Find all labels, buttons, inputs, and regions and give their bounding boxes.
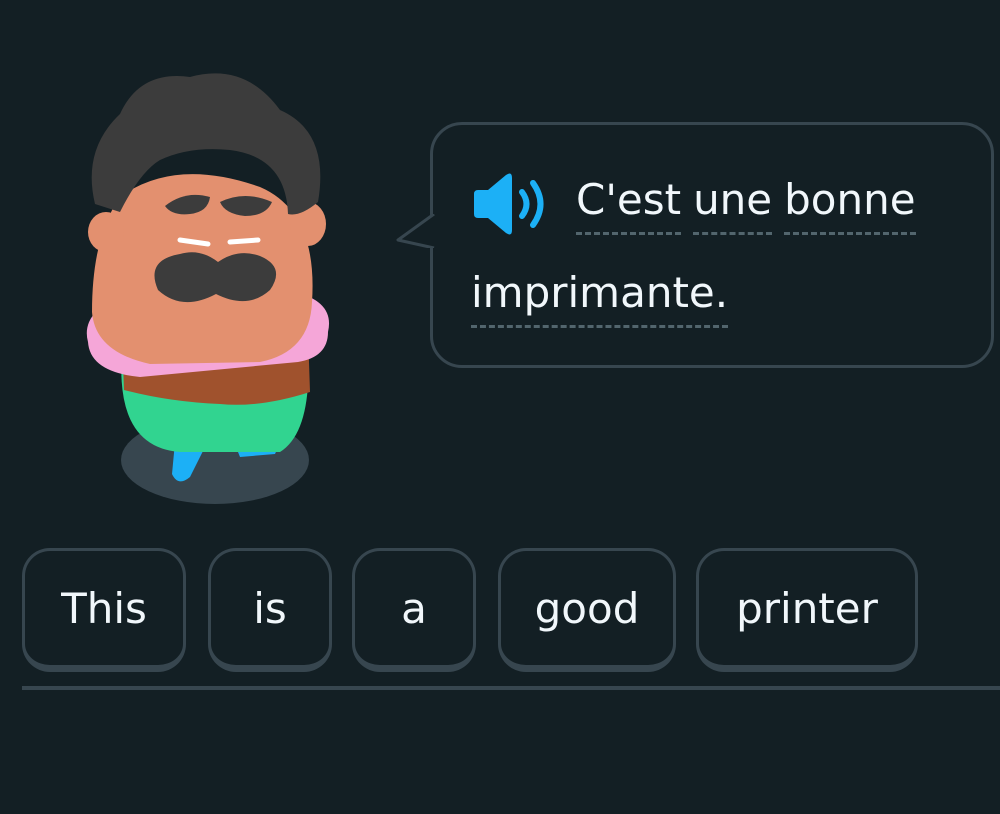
prompt-word[interactable]: une bbox=[693, 176, 773, 235]
word-chip-is[interactable]: is bbox=[208, 548, 332, 672]
word-chip-a[interactable]: a bbox=[352, 548, 476, 672]
prompt-sentence-line-2: imprimante. bbox=[471, 269, 729, 328]
word-chip-this[interactable]: This bbox=[22, 548, 186, 672]
speaker-icon[interactable] bbox=[470, 170, 552, 238]
answer-line-divider bbox=[22, 686, 1000, 690]
word-chip-good[interactable]: good bbox=[498, 548, 676, 672]
prompt-word[interactable]: bonne bbox=[784, 176, 916, 235]
word-chip-printer[interactable]: printer bbox=[696, 548, 918, 672]
prompt-sentence-line-1: C'est une bonne bbox=[576, 176, 916, 235]
speech-bubble bbox=[430, 122, 994, 368]
speech-bubble-tail bbox=[396, 214, 436, 248]
answer-area: This is a good printer bbox=[22, 548, 1000, 692]
prompt-word[interactable]: C'est bbox=[576, 176, 682, 235]
prompt-word[interactable]: imprimante. bbox=[471, 269, 729, 328]
character-illustration bbox=[80, 62, 340, 522]
